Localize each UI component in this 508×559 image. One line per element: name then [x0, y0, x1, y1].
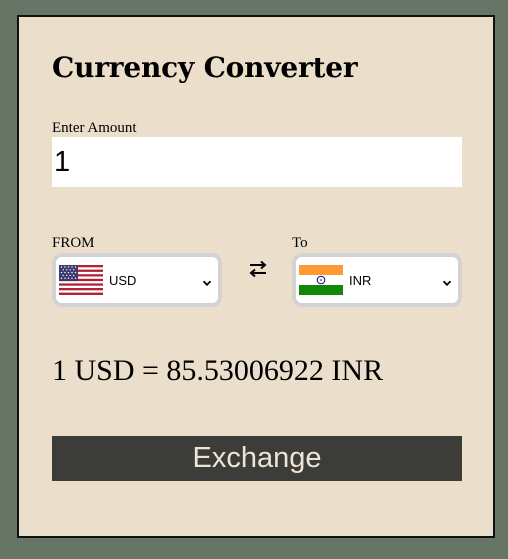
- to-currency-select[interactable]: INR: [292, 253, 462, 307]
- from-label: FROM: [52, 235, 95, 251]
- us-flag-icon: [59, 265, 103, 295]
- india-flag-icon: [299, 265, 343, 295]
- from-currency-value: USD: [109, 272, 137, 288]
- chevron-down-icon: [442, 275, 452, 287]
- chevron-down-icon: [202, 275, 212, 287]
- to-currency-value: INR: [349, 272, 372, 288]
- swap-arrows-icon[interactable]: [246, 257, 270, 281]
- amount-label: Enter Amount: [52, 120, 137, 136]
- to-label: To: [292, 235, 308, 251]
- from-currency-select[interactable]: USD: [52, 253, 222, 307]
- exchange-rate-result: 1 USD = 85.53006922 INR: [52, 354, 384, 387]
- page-title: Currency Converter: [52, 51, 358, 84]
- exchange-button[interactable]: Exchange: [52, 436, 462, 481]
- amount-input[interactable]: [52, 137, 462, 187]
- converter-card: Currency Converter Enter Amount FROM: [17, 15, 495, 538]
